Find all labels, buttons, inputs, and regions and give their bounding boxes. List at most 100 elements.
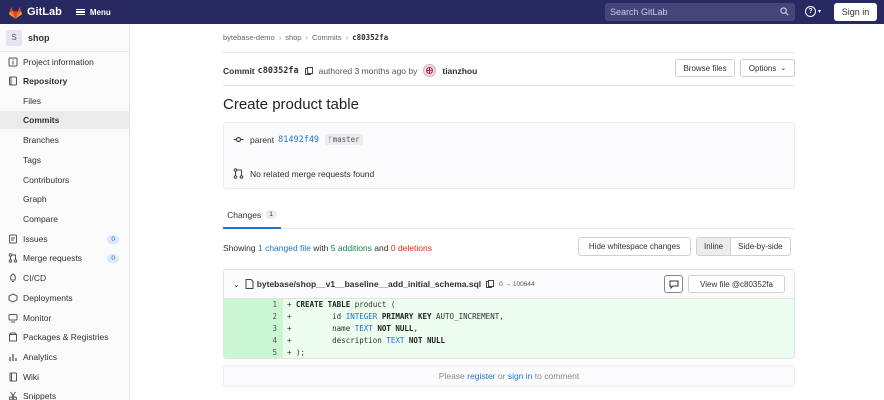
sidebar-item-branches[interactable]: Branches: [0, 131, 129, 149]
sidebar-item-tags[interactable]: Tags: [0, 151, 129, 169]
sidebar-item-label: Monitor: [23, 313, 52, 323]
sidebar-item-merge-requests[interactable]: Merge requests 0: [0, 249, 129, 267]
sign-in-button[interactable]: Sign in: [834, 3, 877, 21]
search-icon: [780, 7, 789, 16]
search-box[interactable]: [605, 3, 795, 21]
changed-files-link[interactable]: 1 changed file: [258, 243, 311, 253]
breadcrumb-current[interactable]: c80352fa: [352, 33, 388, 42]
showing-text: Showing: [223, 243, 256, 253]
help-menu[interactable]: ? ▾: [805, 6, 821, 17]
commit-header: Commit c80352fa authored 3 months ago by…: [223, 64, 477, 77]
breadcrumb-item[interactable]: Commits: [312, 33, 342, 42]
new-line-number[interactable]: 2: [253, 311, 283, 323]
divider: [223, 85, 795, 86]
copy-icon[interactable]: [486, 280, 495, 288]
gitlab-logo[interactable]: GitLab: [8, 5, 62, 20]
sign-in-link[interactable]: sign in: [508, 371, 533, 381]
sidebar-item-graph[interactable]: Graph: [0, 190, 129, 208]
chart-icon: [8, 352, 18, 362]
sidebar-item-label: Compare: [23, 214, 58, 224]
code-token: );: [296, 348, 306, 357]
hide-whitespace-button[interactable]: Hide whitespace changes: [578, 237, 691, 256]
commit-title: Create product table: [223, 96, 359, 113]
sidebar-item-project-information[interactable]: Project information: [0, 53, 129, 71]
chevron-down-icon[interactable]: ⌄: [233, 280, 240, 289]
side-by-side-view-button[interactable]: Side-by-side: [731, 238, 789, 255]
browse-files-button[interactable]: Browse files: [675, 59, 735, 77]
old-line-number[interactable]: [224, 299, 253, 311]
sidebar-item-repository[interactable]: Repository: [0, 72, 129, 90]
sidebar-item-deployments[interactable]: Deployments: [0, 289, 129, 307]
code-token: TEXT: [354, 324, 373, 333]
branch-badge[interactable]: ᚴmaster: [325, 134, 363, 145]
commit-icon: [233, 136, 244, 143]
old-line-number[interactable]: [224, 347, 253, 358]
sidebar-item-packages-registries[interactable]: Packages & Registries: [0, 328, 129, 346]
sidebar: S shop Project information Repository Fi…: [0, 24, 130, 400]
view-file-button[interactable]: View file @c80352fa: [688, 275, 785, 293]
sidebar-item-contributors[interactable]: Contributors: [0, 171, 129, 189]
toggle-comments-button[interactable]: [664, 275, 683, 293]
or-text: or: [497, 371, 506, 381]
sidebar-item-monitor[interactable]: Monitor: [0, 309, 129, 327]
count-badge: 0: [107, 253, 119, 263]
breadcrumb: bytebase-demo › shop › Commits › c80352fa: [223, 33, 388, 42]
breadcrumb-item[interactable]: bytebase-demo: [223, 33, 275, 42]
new-line-number[interactable]: 1: [253, 299, 283, 311]
author-name[interactable]: tianzhou: [442, 66, 477, 76]
sidebar-item-label: Repository: [23, 76, 68, 86]
sidebar-item-label: Merge requests: [23, 253, 83, 263]
old-line-number[interactable]: [224, 335, 253, 347]
diff-line: 1 + CREATE TABLE product (: [224, 299, 794, 311]
merge-request-icon: [233, 168, 244, 179]
file-mode-change: 0 → 100644: [499, 280, 535, 288]
file-path[interactable]: bytebase/shop__v1__baseline__add_initial…: [257, 279, 481, 289]
diff-summary: Showing 1 changed file with 5 additions …: [223, 243, 432, 253]
rocket-icon: [8, 273, 18, 283]
search-input[interactable]: [610, 7, 770, 17]
old-line-number[interactable]: [224, 311, 253, 323]
tab-changes[interactable]: Changes 1: [223, 202, 281, 229]
breadcrumb-item[interactable]: shop: [285, 33, 301, 42]
diff-line: 2 + id INTEGER PRIMARY KEY AUTO_INCREMENT…: [224, 311, 794, 323]
code-token: TEXT: [386, 336, 405, 345]
sidebar-item-compare[interactable]: Compare: [0, 210, 129, 228]
please-text: Please: [438, 371, 465, 381]
old-line-number[interactable]: [224, 323, 253, 335]
info-icon: [8, 57, 18, 67]
help-icon: ?: [805, 6, 816, 17]
new-line-number[interactable]: 3: [253, 323, 283, 335]
sidebar-item-commits[interactable]: Commits: [0, 111, 129, 129]
file-diff: ⌄ bytebase/shop__v1__baseline__add_initi…: [223, 269, 795, 359]
to-comment-text: to comment: [534, 371, 580, 381]
comment-icon: [669, 280, 678, 289]
sidebar-project-header[interactable]: S shop: [0, 24, 129, 52]
sidebar-item-snippets[interactable]: Snippets: [0, 387, 129, 400]
commit-authored-text: authored 3 months ago by: [318, 65, 418, 76]
sidebar-item-wiki[interactable]: Wiki: [0, 368, 129, 386]
menu-button[interactable]: Menu: [75, 8, 111, 17]
new-line-number[interactable]: 4: [253, 335, 283, 347]
options-dropdown[interactable]: Options ⌄: [740, 59, 795, 77]
diff-line-code: + CREATE TABLE product (: [283, 299, 794, 311]
sidebar-item-label: Tags: [23, 155, 41, 165]
sidebar-item-files[interactable]: Files: [0, 92, 129, 110]
parent-commit-row: parent 81492f49 ᚴmaster: [233, 134, 363, 145]
and-text: and: [374, 243, 389, 253]
sidebar-item-analytics[interactable]: Analytics: [0, 348, 129, 366]
snippet-icon: [8, 391, 18, 400]
code-token: NULL: [426, 336, 446, 345]
parent-sha-link[interactable]: 81492f49: [278, 135, 319, 145]
code-token: NOT: [408, 336, 423, 345]
commit-info-box: parent 81492f49 ᚴmaster No related merge…: [223, 122, 795, 189]
new-line-number[interactable]: 5: [253, 347, 283, 358]
hamburger-icon: [75, 8, 85, 16]
sidebar-item-issues[interactable]: Issues 0: [0, 230, 129, 248]
register-link[interactable]: register: [467, 371, 495, 381]
inline-view-button[interactable]: Inline: [697, 238, 732, 255]
sidebar-item-label: Graph: [23, 194, 47, 204]
copy-icon[interactable]: [304, 66, 313, 75]
sidebar-item-ci-cd[interactable]: CI/CD: [0, 269, 129, 287]
diff-sign: +: [287, 300, 297, 309]
author-avatar[interactable]: [423, 64, 437, 77]
